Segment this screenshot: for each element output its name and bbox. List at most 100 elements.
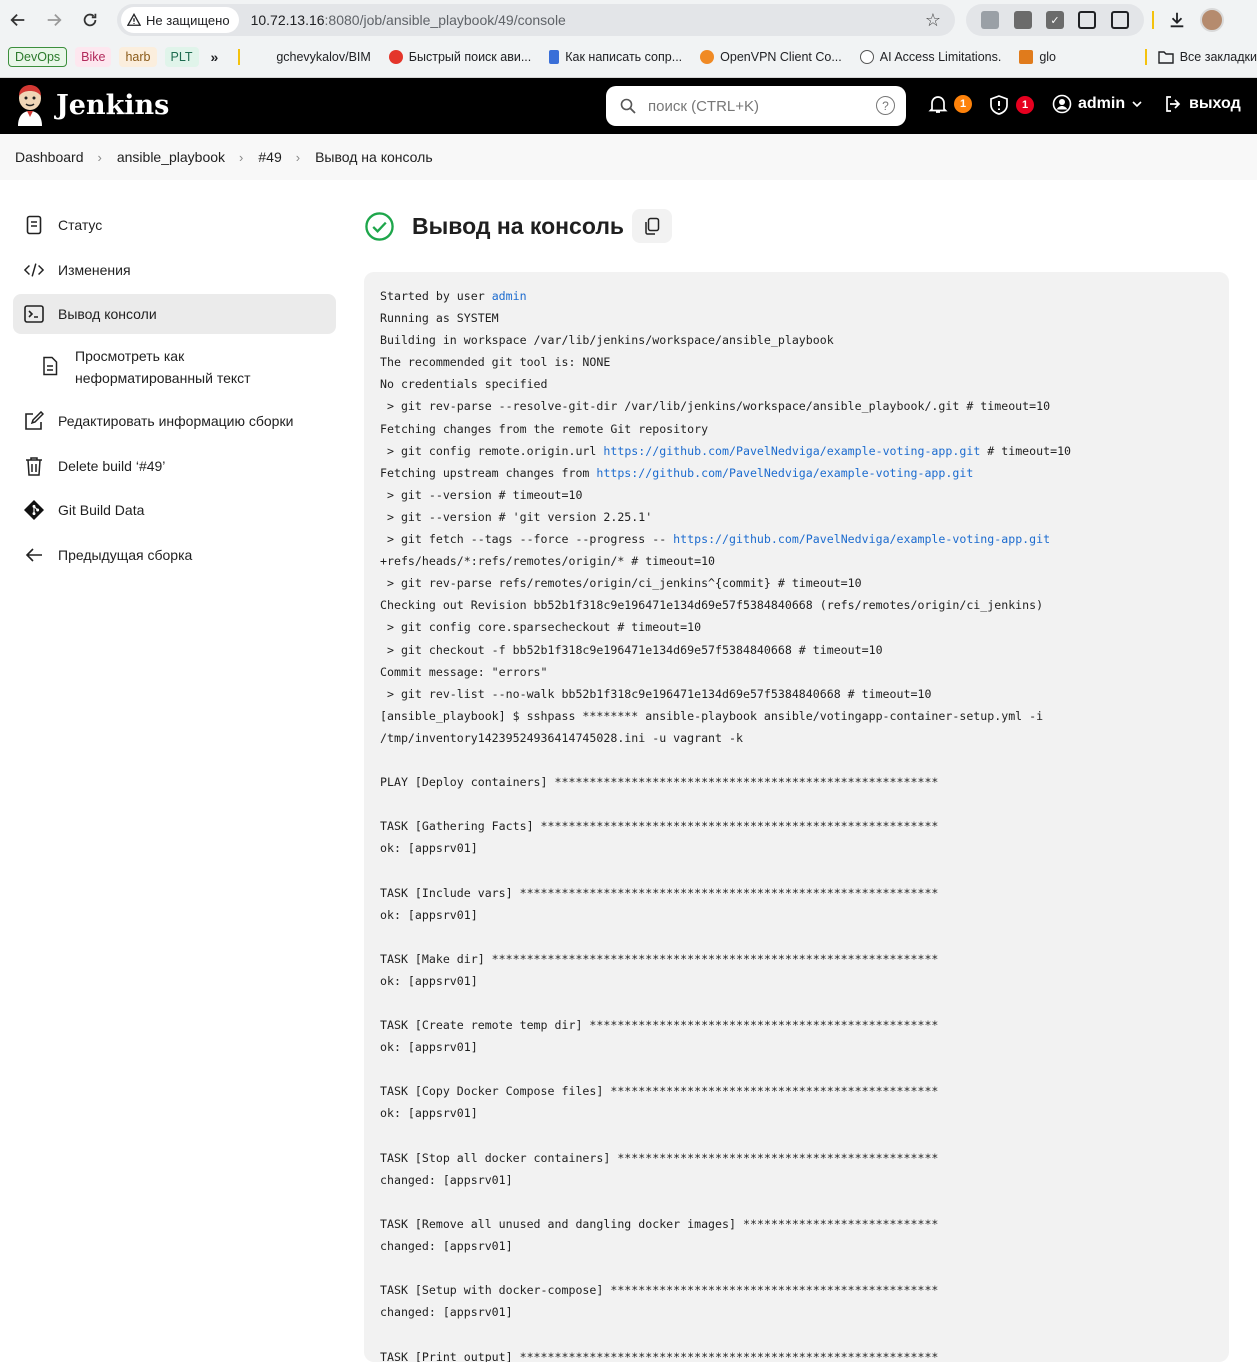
sidebar-item-delete-build[interactable]: Delete build ‘#49’ — [13, 446, 336, 486]
bookmark-item[interactable]: AI Access Limitations. — [860, 50, 1002, 64]
terminal-icon — [24, 304, 44, 324]
sidebar-item-status[interactable]: Статус — [13, 205, 336, 245]
jenkins-logo-text: Jenkins — [56, 90, 169, 121]
console-line: Commit message: "errors" — [380, 665, 548, 679]
arrow-right-icon — [45, 11, 63, 29]
search-placeholder: поиск (CTRL+K) — [648, 98, 759, 115]
console-text: Started by user admin Running as SYSTEM … — [380, 285, 1213, 1362]
security-button[interactable]: 1 — [988, 94, 1034, 116]
logout-label: выход — [1189, 95, 1241, 113]
user-menu[interactable]: admin — [1052, 94, 1143, 114]
console-line: > git config core.sparsecheckout # timeo… — [380, 620, 701, 634]
sidebar-item-console-output[interactable]: Вывод консоли — [13, 294, 336, 334]
bookmark-item[interactable]: Быстрый поиск ави... — [389, 50, 531, 64]
reload-icon — [81, 11, 99, 29]
logout-button[interactable]: выход — [1163, 94, 1241, 114]
jenkins-logo[interactable]: Jenkins — [14, 84, 169, 126]
console-line: TASK [Print output] ********************… — [380, 1350, 938, 1362]
profile-avatar[interactable] — [1200, 8, 1224, 32]
file-text-icon — [42, 356, 62, 378]
user-name: admin — [1078, 95, 1125, 113]
all-bookmarks[interactable]: Все закладки — [1158, 50, 1257, 64]
bell-icon — [928, 94, 948, 114]
console-line: Running as SYSTEM — [380, 311, 499, 325]
jenkins-butler-icon — [14, 84, 46, 126]
back-button[interactable] — [0, 4, 36, 36]
sidebar-item-git-build-data[interactable]: Git Build Data — [13, 490, 336, 530]
console-link[interactable]: https://github.com/PavelNedviga/example-… — [673, 532, 1050, 546]
sidebar-item-previous-build[interactable]: Предыдущая сборка — [13, 535, 336, 575]
console-line: ok: [appsrv01] — [380, 841, 478, 855]
arrow-left-icon — [9, 11, 27, 29]
bookmark-tag[interactable]: Bike — [75, 47, 111, 67]
console-link[interactable]: https://github.com/PavelNedviga/example-… — [596, 466, 973, 480]
bookmark-tag[interactable]: PLT — [165, 47, 199, 67]
breadcrumb-item[interactable]: ansible_playbook — [117, 149, 225, 165]
warning-icon — [127, 13, 141, 27]
aviasales-icon — [389, 50, 403, 64]
bookmark-item[interactable]: gchevykalov/BIM — [276, 50, 370, 64]
breadcrumb-item[interactable]: #49 — [258, 149, 281, 165]
edit-icon — [24, 411, 44, 431]
console-line: ok: [appsrv01] — [380, 974, 478, 988]
bookmark-label: Как написать сопр... — [565, 50, 682, 64]
trash-icon — [24, 456, 44, 476]
extension-send-icon[interactable] — [1078, 11, 1096, 29]
breadcrumb-item[interactable]: Dashboard — [15, 149, 84, 165]
sidebar-item-plain-text[interactable]: Просмотреть как неформатированный текст — [13, 339, 336, 397]
extension-reader-icon[interactable] — [981, 11, 999, 29]
sidebar-item-edit-build-info[interactable]: Редактировать информацию сборки — [13, 401, 336, 441]
url-path: :8080/job/ansible_playbook/49/console — [325, 12, 566, 28]
sidebar-item-label: Git Build Data — [58, 502, 144, 518]
sidebar-item-label: Предыдущая сборка — [58, 547, 192, 563]
separator — [1145, 49, 1147, 65]
chevron-right-icon: › — [296, 150, 300, 165]
chevron-more-icon[interactable]: » — [211, 49, 219, 65]
sidebar-item-changes[interactable]: Изменения — [13, 250, 336, 290]
bookmark-label: glo — [1039, 50, 1056, 64]
help-icon[interactable]: ? — [876, 96, 895, 115]
bookmark-star-icon[interactable]: ☆ — [925, 10, 941, 31]
extension-screen-icon[interactable] — [1014, 11, 1032, 29]
search-input[interactable]: поиск (CTRL+K) ? — [606, 86, 906, 126]
console-link[interactable]: admin — [492, 289, 527, 303]
arrow-left-icon — [24, 545, 44, 565]
search-icon — [620, 98, 636, 114]
bookmark-label: OpenVPN Client Co... — [720, 50, 842, 64]
security-chip[interactable]: Не защищено — [121, 7, 239, 33]
sidebar-item-label: Изменения — [58, 262, 131, 278]
console-link[interactable]: https://github.com/PavelNedviga/example-… — [603, 444, 980, 458]
logout-icon — [1163, 94, 1183, 114]
security-label: Не защищено — [146, 13, 230, 28]
chevron-right-icon: › — [239, 150, 243, 165]
bookmark-tag[interactable]: harb — [119, 47, 156, 67]
bookmark-item[interactable]: OpenVPN Client Co... — [700, 50, 842, 64]
console-line: TASK [Setup with docker-compose] *******… — [380, 1283, 938, 1297]
bookmark-label: Быстрый поиск ави... — [409, 50, 531, 64]
chevron-down-icon — [1131, 98, 1143, 110]
bookmark-item[interactable]: Как написать сопр... — [549, 50, 682, 64]
console-line: PLAY [Deploy containers] ***************… — [380, 775, 938, 789]
folder-icon — [1158, 50, 1174, 64]
reload-button[interactable] — [72, 4, 108, 36]
console-line: Started by user admin — [380, 289, 527, 303]
code-icon — [24, 260, 44, 280]
openai-icon — [860, 50, 874, 64]
breadcrumb-item[interactable]: Вывод на консоль — [315, 149, 433, 165]
console-output: Started by user admin Running as SYSTEM … — [364, 272, 1229, 1362]
copy-button[interactable] — [632, 209, 672, 243]
sidebar-item-label: Просмотреть как неформатированный текст — [75, 345, 305, 389]
bookmark-item[interactable]: glo — [1019, 50, 1056, 64]
console-line: ok: [appsrv01] — [380, 908, 478, 922]
notifications-badge: 1 — [954, 95, 972, 113]
forward-button[interactable] — [36, 4, 72, 36]
bookmark-tag[interactable]: DevOps — [8, 47, 67, 67]
address-bar[interactable]: Не защищено 10.72.13.16:8080/job/ansible… — [117, 4, 955, 36]
extensions-puzzle-icon[interactable] — [1111, 11, 1129, 29]
download-icon[interactable] — [1168, 11, 1186, 29]
notifications-button[interactable]: 1 — [928, 94, 972, 114]
extension-shield-icon[interactable]: ✓ — [1046, 11, 1064, 29]
console-line: changed: [appsrv01] — [380, 1305, 513, 1319]
console-line: changed: [appsrv01] — [380, 1173, 513, 1187]
console-line: > git --version # timeout=10 — [380, 488, 582, 502]
